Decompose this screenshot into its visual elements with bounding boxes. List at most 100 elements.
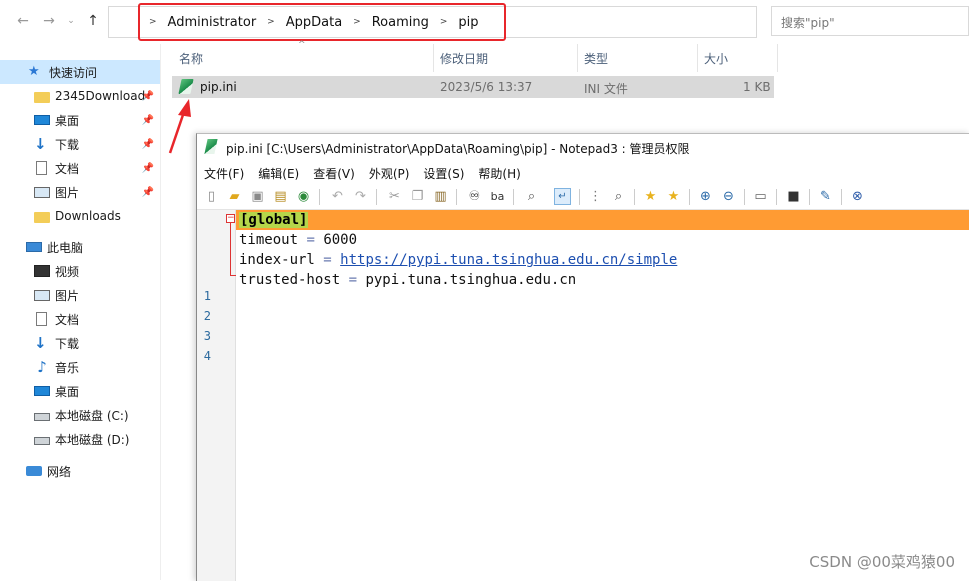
sidebar-item-label: 2345Download xyxy=(55,89,146,103)
column-header-type[interactable]: 类型 xyxy=(584,44,608,72)
column-divider[interactable] xyxy=(777,44,778,72)
word-wrap-icon[interactable]: ↵ xyxy=(554,188,571,205)
menu-view[interactable]: 查看(V) xyxy=(306,165,362,182)
toolbar-separator xyxy=(841,189,842,205)
drive-icon xyxy=(34,413,50,421)
sidebar-item-label: 桌面 xyxy=(55,113,80,128)
column-divider[interactable] xyxy=(697,44,698,72)
column-divider[interactable] xyxy=(577,44,578,72)
menu-file[interactable]: 文件(F) xyxy=(197,165,251,182)
column-header-name[interactable]: 名称 xyxy=(179,44,203,72)
menu-bar: 文件(F) 编辑(E) 查看(V) 外观(P) 设置(S) 帮助(H) xyxy=(197,162,528,184)
exit-icon[interactable]: ⊗ xyxy=(849,188,866,205)
save-as-icon[interactable]: ▤ xyxy=(272,188,289,205)
search-placeholder: 搜索"pip" xyxy=(781,16,835,30)
find-icon[interactable]: ♾ xyxy=(466,188,483,205)
sidebar-item-label: 网络 xyxy=(47,464,72,479)
line-number: 3 xyxy=(203,329,211,343)
sidebar-item-pictures[interactable]: 图片 📌 xyxy=(0,180,160,204)
forward-arrow-icon[interactable]: → xyxy=(40,11,58,31)
column-header-size[interactable]: 大小 xyxy=(704,44,728,72)
sidebar-item-pc-download[interactable]: ↓ 下载 xyxy=(0,331,160,355)
explorer-address-row: ← → ⌄ ↑ > Administrator > AppData > Roam… xyxy=(0,0,969,44)
sidebar-item-label: 下载 xyxy=(55,137,80,152)
add-favorite-icon[interactable]: ★ xyxy=(665,188,682,205)
code-line-1: [global] xyxy=(239,210,309,230)
ini-equals: = xyxy=(298,232,324,248)
favorite-star-icon[interactable]: ★ xyxy=(642,188,659,205)
ini-value-link[interactable]: https://pypi.tuna.tsinghua.edu.cn/simple xyxy=(340,252,677,268)
sidebar-item-pc-documents[interactable]: 文档 xyxy=(0,307,160,331)
ini-value: pypi.tuna.tsinghua.edu.cn xyxy=(365,272,577,288)
menu-help[interactable]: 帮助(H) xyxy=(471,165,527,182)
code-line-4: trusted-host = pypi.tuna.tsinghua.edu.cn xyxy=(239,270,576,290)
sidebar-item-drive-c[interactable]: 本地磁盘 (C:) xyxy=(0,403,160,427)
document-icon xyxy=(36,161,47,175)
redo-icon[interactable]: ↷ xyxy=(352,188,369,205)
sidebar-item-label: 本地磁盘 (D:) xyxy=(55,432,130,447)
pin-icon: 📌 xyxy=(141,90,154,102)
open-folder-icon[interactable]: ▰ xyxy=(226,188,243,205)
file-modified: 2023/5/6 13:37 xyxy=(440,80,533,94)
column-header-modified[interactable]: 修改日期 xyxy=(440,44,488,72)
save-icon[interactable]: ▣ xyxy=(249,188,266,205)
sidebar-item-pc-desktop[interactable]: 桌面 xyxy=(0,379,160,403)
back-arrow-icon[interactable]: ← xyxy=(14,11,32,31)
sidebar-item-label: 图片 xyxy=(55,185,80,200)
terminal-icon[interactable]: ■ xyxy=(785,188,802,205)
zoom-find-icon[interactable]: ⌕ xyxy=(610,188,627,205)
goto-icon[interactable]: ⌕ xyxy=(523,188,540,205)
new-file-icon[interactable]: ▯ xyxy=(203,188,220,205)
fold-guide xyxy=(230,223,231,275)
zoom-out-icon[interactable]: ⊖ xyxy=(720,188,737,205)
undo-icon[interactable]: ↶ xyxy=(329,188,346,205)
sidebar-item-drive-d[interactable]: 本地磁盘 (D:) xyxy=(0,427,160,451)
page-setup-icon[interactable]: ▭ xyxy=(752,188,769,205)
folder-icon xyxy=(34,91,50,103)
ini-equals: = xyxy=(340,272,366,288)
sidebar-item-download[interactable]: ↓ 下载 📌 xyxy=(0,132,160,156)
sidebar-item-this-pc[interactable]: 此电脑 xyxy=(0,235,160,259)
sidebar-item-downloads[interactable]: Downloads xyxy=(0,204,160,228)
menu-settings[interactable]: 设置(S) xyxy=(416,165,471,182)
file-row[interactable]: pip.ini 2023/5/6 13:37 INI 文件 1 KB xyxy=(172,76,774,98)
menu-appearance[interactable]: 外观(P) xyxy=(362,165,417,182)
recent-dropdown-icon[interactable]: ⌄ xyxy=(62,11,80,31)
ini-section: [global] xyxy=(239,212,309,228)
sidebar-item-videos[interactable]: 视频 xyxy=(0,259,160,283)
annotation-arrow-icon xyxy=(168,99,191,154)
copy-icon[interactable]: ❐ xyxy=(409,188,426,205)
sidebar-item-documents[interactable]: 文档 📌 xyxy=(0,156,160,180)
paste-icon[interactable]: ▥ xyxy=(432,188,449,205)
sidebar-item-quick-access[interactable]: ★ 快速访问 xyxy=(0,60,160,84)
pin-on-top-icon[interactable]: ✎ xyxy=(817,188,834,205)
replace-icon[interactable]: ba xyxy=(489,188,506,205)
sidebar-item-pc-pictures[interactable]: 图片 xyxy=(0,283,160,307)
fold-collapse-icon[interactable]: − xyxy=(226,214,235,223)
column-divider[interactable] xyxy=(433,44,434,72)
desktop-icon xyxy=(34,115,50,125)
sidebar-item-music[interactable]: ♪ 音乐 xyxy=(0,355,160,379)
reload-icon[interactable]: ◉ xyxy=(295,188,312,205)
sidebar-item-desktop[interactable]: 桌面 📌 xyxy=(0,108,160,132)
cut-icon[interactable]: ✂ xyxy=(386,188,403,205)
video-icon xyxy=(34,265,50,277)
current-line-highlight xyxy=(236,210,969,230)
notepad3-logo-icon xyxy=(204,139,218,154)
sidebar-item-label: 此电脑 xyxy=(47,240,84,255)
zoom-in-icon[interactable]: ⊕ xyxy=(697,188,714,205)
menu-edit[interactable]: 编辑(E) xyxy=(251,165,306,182)
file-type: INI 文件 xyxy=(584,82,628,96)
sidebar-item-2345download[interactable]: 2345Download 📌 xyxy=(0,84,160,108)
file-size: 1 KB xyxy=(743,80,771,94)
ini-key: trusted-host xyxy=(239,272,341,288)
ini-key: timeout xyxy=(239,232,299,248)
up-arrow-icon[interactable]: ↑ xyxy=(84,11,102,31)
toolbar-separator xyxy=(376,189,377,205)
notepad3-window[interactable]: pip.ini [C:\Users\Administrator\AppData\… xyxy=(196,133,969,581)
text-editor[interactable]: [global] timeout = 6000 index-url = http… xyxy=(236,210,969,581)
sidebar-item-network[interactable]: 网络 xyxy=(0,459,160,483)
search-input[interactable]: 搜索"pip" xyxy=(771,6,969,36)
view-whitespace-icon[interactable]: ⋮ xyxy=(587,188,604,205)
title-bar[interactable]: pip.ini [C:\Users\Administrator\AppData\… xyxy=(197,134,969,160)
